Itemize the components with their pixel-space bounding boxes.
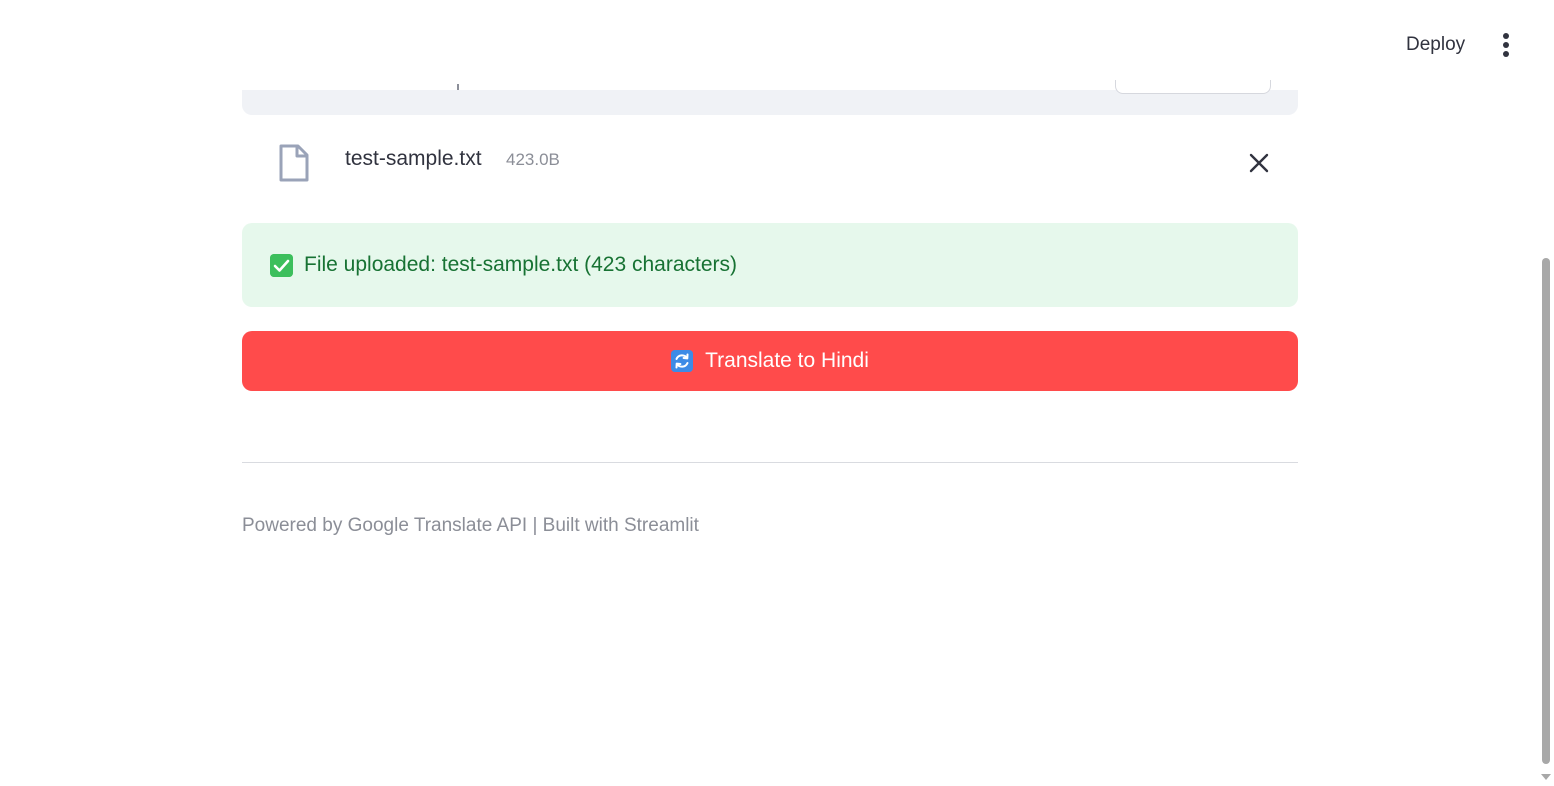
vertical-scrollbar[interactable] bbox=[1538, 0, 1554, 786]
menu-dot bbox=[1503, 33, 1509, 39]
scrollbar-thumb[interactable] bbox=[1542, 258, 1550, 764]
alert-message: File uploaded: test-sample.txt (423 char… bbox=[304, 253, 738, 276]
browse-files-button[interactable] bbox=[1115, 80, 1271, 94]
file-icon bbox=[279, 144, 309, 182]
divider bbox=[242, 462, 1298, 463]
close-icon[interactable] bbox=[1246, 150, 1272, 176]
app-page: Deploy test-sample.txt 423.0B File uploa… bbox=[0, 0, 1554, 786]
translate-button-label: Translate to Hindi bbox=[705, 349, 869, 372]
menu-dot bbox=[1503, 51, 1509, 57]
scroll-down-arrow-icon[interactable] bbox=[1541, 774, 1551, 780]
success-alert: File uploaded: test-sample.txt (423 char… bbox=[242, 223, 1298, 307]
footer-caption: Powered by Google Translate API | Built … bbox=[242, 515, 699, 536]
file-size: 423.0B bbox=[506, 150, 560, 169]
menu-dot bbox=[1503, 42, 1509, 48]
deploy-button[interactable]: Deploy bbox=[1396, 31, 1475, 59]
file-dropzone[interactable] bbox=[242, 80, 1298, 115]
arrows-counterclockwise-icon bbox=[671, 350, 694, 372]
dropzone-text-fragment bbox=[457, 84, 459, 90]
check-box-icon bbox=[270, 254, 293, 277]
translate-button[interactable]: Translate to Hindi bbox=[242, 331, 1298, 391]
file-name: test-sample.txt bbox=[345, 147, 482, 170]
uploaded-file-row: test-sample.txt 423.0B bbox=[242, 130, 1298, 194]
more-vertical-icon[interactable] bbox=[1492, 30, 1520, 60]
